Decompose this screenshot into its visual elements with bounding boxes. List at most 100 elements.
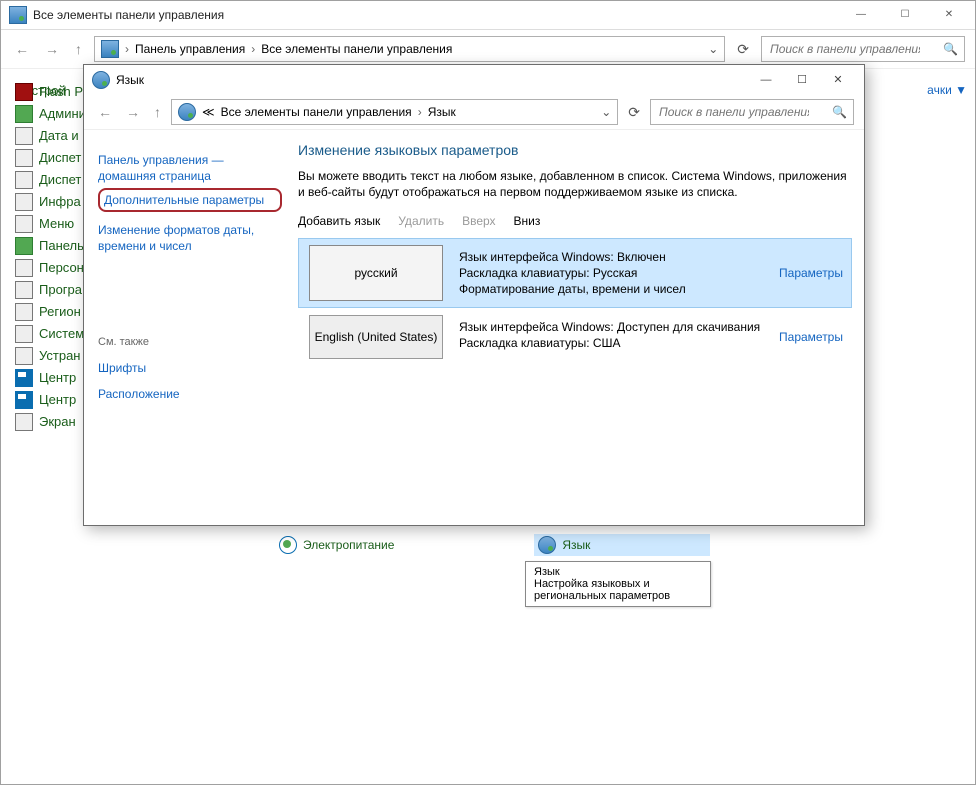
cmd-down[interactable]: Вниз	[514, 214, 541, 228]
language-card[interactable]: русский	[309, 245, 443, 301]
language-icon	[178, 103, 196, 121]
close-button[interactable]: ✕	[927, 1, 971, 29]
language-info: Язык интерфейса Windows: Доступен для ск…	[453, 309, 771, 365]
cmd-add[interactable]: Добавить язык	[298, 214, 380, 228]
outer-window: Все элементы панели управления — ☐ ✕ ← →…	[0, 0, 976, 785]
item-icon	[15, 237, 33, 255]
sidebar-fonts-link[interactable]: Шрифты	[98, 360, 282, 376]
modal-title: Язык	[116, 73, 144, 87]
item-label: Програ	[39, 279, 82, 301]
minimize-button[interactable]: —	[839, 1, 883, 29]
item-icon	[15, 215, 33, 233]
sidebar-format-link[interactable]: Изменение форматов даты, времени и чисел	[98, 222, 282, 254]
modal-main: Изменение языковых параметров Вы можете …	[292, 130, 864, 520]
item-icon	[15, 391, 33, 409]
item-label: Устран	[39, 345, 80, 367]
language-row[interactable]: русскийЯзык интерфейса Windows: ВключенР…	[298, 238, 852, 308]
outer-breadcrumb[interactable]: › Панель управления › Все элементы панел…	[94, 36, 725, 62]
outer-titlebar: Все элементы панели управления — ☐ ✕	[1, 1, 975, 30]
tile-power[interactable]: Электропитание	[279, 534, 394, 556]
modal-crumb-2[interactable]: Язык	[428, 105, 456, 119]
language-icon	[538, 536, 556, 554]
language-info: Язык интерфейса Windows: ВключенРаскладк…	[453, 239, 771, 307]
language-row[interactable]: English (United States)Язык интерфейса W…	[298, 308, 852, 366]
tooltip: Язык Настройка языковых и региональных п…	[525, 561, 711, 607]
item-label: Центр	[39, 367, 76, 389]
item-label: Админи	[39, 103, 86, 125]
tooltip-title: Язык	[534, 566, 702, 578]
language-options-link[interactable]: Параметры	[771, 239, 851, 307]
item-icon	[15, 413, 33, 431]
item-label: Персон	[39, 257, 84, 279]
modal-close-button[interactable]: ✕	[820, 69, 856, 91]
modal-search[interactable]: 🔍	[650, 99, 854, 125]
item-icon	[15, 193, 33, 211]
up-icon[interactable]: ↑	[150, 102, 165, 122]
sidebar-location-link[interactable]: Расположение	[98, 386, 282, 402]
refresh-icon[interactable]: ⟳	[624, 104, 644, 121]
language-options-link[interactable]: Параметры	[771, 309, 851, 365]
modal-body: Панель управления — домашняя страница До…	[84, 130, 864, 520]
item-icon	[15, 303, 33, 321]
chevron-down-icon[interactable]: ⌄	[708, 42, 718, 56]
item-label: Регион	[39, 301, 81, 323]
up-icon[interactable]: ↑	[71, 39, 86, 59]
tooltip-body: Настройка языковых и региональных параме…	[534, 578, 702, 602]
forward-icon[interactable]: →	[41, 39, 63, 59]
modal-crumb-1[interactable]: Все элементы панели управления	[221, 105, 412, 119]
modal-titlebar: Язык — ☐ ✕	[84, 65, 864, 95]
modal-sidebar: Панель управления — домашняя страница До…	[84, 130, 292, 520]
extra-tiles: Электропитание Язык	[279, 534, 710, 556]
item-label: Инфра	[39, 191, 81, 213]
sidebar-advanced-link[interactable]: Дополнительные параметры	[98, 188, 282, 212]
item-icon	[15, 281, 33, 299]
language-card[interactable]: English (United States)	[309, 315, 443, 359]
outer-search[interactable]: 🔍	[761, 36, 965, 62]
power-icon	[279, 536, 297, 554]
modal-commands: Добавить язык Удалить Вверх Вниз	[298, 214, 852, 228]
item-icon	[15, 259, 33, 277]
chevron-down-icon[interactable]: ⌄	[601, 105, 611, 119]
item-icon	[15, 149, 33, 167]
item-label: Диспет	[39, 169, 81, 191]
crumb-2[interactable]: Все элементы панели управления	[261, 42, 452, 56]
modal-breadcrumb[interactable]: ≪ Все элементы панели управления › Язык …	[171, 99, 618, 125]
outer-search-input[interactable]	[768, 41, 922, 57]
crumb-1[interactable]: Панель управления	[135, 42, 245, 56]
item-icon	[15, 325, 33, 343]
search-icon[interactable]: 🔍	[832, 105, 847, 119]
cmd-remove: Удалить	[398, 214, 444, 228]
item-label: Меню	[39, 213, 74, 235]
modal-heading: Изменение языковых параметров	[298, 142, 852, 158]
refresh-icon[interactable]: ⟳	[733, 41, 753, 58]
forward-icon[interactable]: →	[122, 102, 144, 122]
sidebar-see-also: См. также	[98, 334, 282, 350]
modal-navbar: ← → ↑ ≪ Все элементы панели управления ›…	[84, 95, 864, 130]
language-icon	[92, 71, 110, 89]
item-label: Панель	[39, 235, 84, 257]
item-label: Дата и	[39, 125, 79, 147]
control-panel-icon	[9, 6, 27, 24]
item-label: Диспет	[39, 147, 81, 169]
tile-language[interactable]: Язык	[534, 534, 710, 556]
item-label: Flash Pl	[39, 81, 86, 103]
item-icon	[15, 347, 33, 365]
modal-minimize-button[interactable]: —	[748, 69, 784, 91]
cmd-up: Вверх	[462, 214, 495, 228]
maximize-button[interactable]: ☐	[883, 1, 927, 29]
back-icon[interactable]: ←	[11, 39, 33, 59]
modal-search-input[interactable]	[657, 104, 811, 120]
item-icon	[15, 171, 33, 189]
item-icon	[15, 127, 33, 145]
search-icon[interactable]: 🔍	[943, 42, 958, 56]
control-panel-icon	[101, 40, 119, 58]
outer-title: Все элементы панели управления	[33, 8, 224, 22]
sidebar-home-link[interactable]: Панель управления — домашняя страница	[98, 152, 282, 184]
item-icon	[15, 369, 33, 387]
item-icon	[15, 105, 33, 123]
item-label: Экран	[39, 411, 76, 433]
back-icon[interactable]: ←	[94, 102, 116, 122]
item-icon	[15, 83, 33, 101]
item-label: Систем	[39, 323, 84, 345]
modal-maximize-button[interactable]: ☐	[784, 69, 820, 91]
